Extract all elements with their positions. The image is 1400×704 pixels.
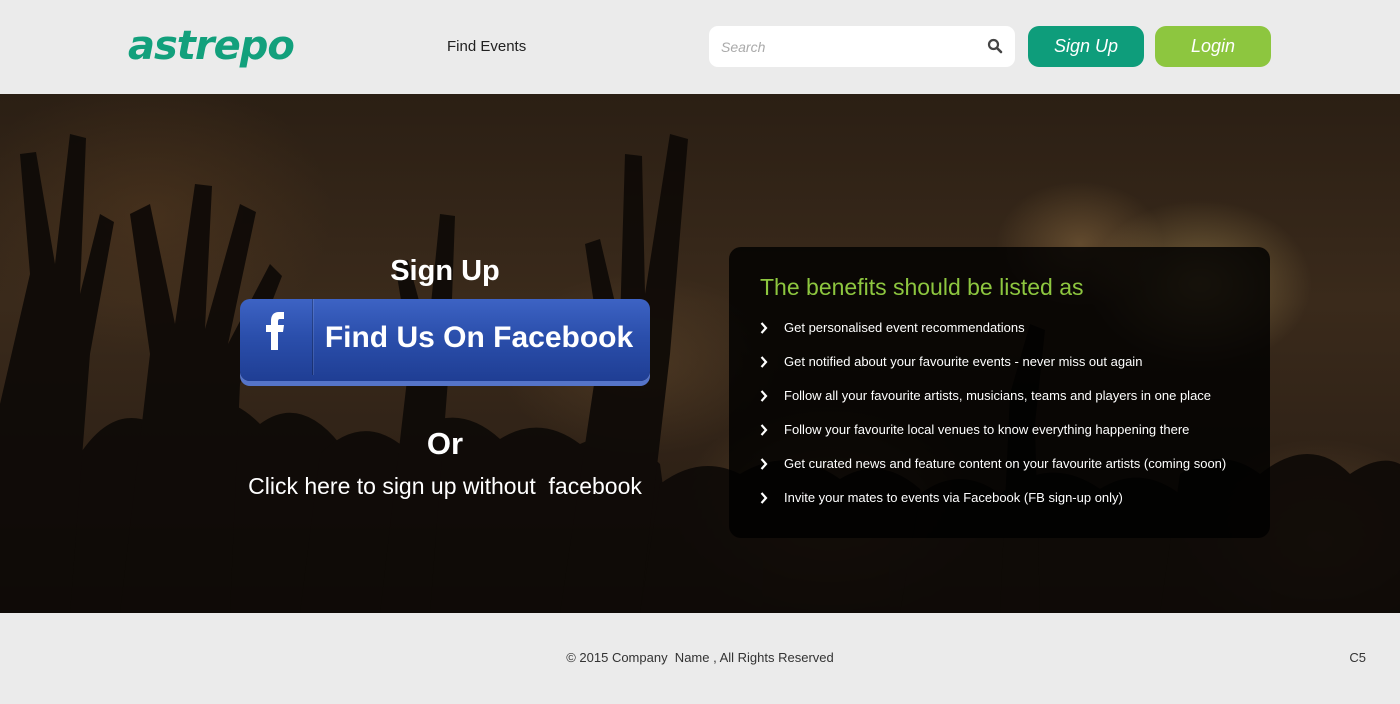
- benefits-panel: The benefits should be listed as Get per…: [729, 247, 1270, 538]
- facebook-button-label: Find Us On Facebook: [324, 321, 634, 354]
- chevron-right-icon: [760, 390, 768, 402]
- site-footer: © 2015 Company Name , All Rights Reserve…: [0, 613, 1400, 704]
- benefit-text: Get curated news and feature content on …: [784, 456, 1227, 471]
- copyright-text: © 2015 Company Name , All Rights Reserve…: [566, 650, 834, 665]
- header-login-button[interactable]: Login: [1155, 26, 1271, 67]
- or-separator: Or: [426, 426, 464, 461]
- facebook-signup-button[interactable]: Find Us On Facebook: [240, 299, 650, 381]
- version-label: C5: [1349, 650, 1366, 665]
- facebook-button-divider: [312, 299, 313, 375]
- benefits-title: The benefits should be listed as: [760, 274, 1084, 300]
- benefit-text: Get notified about your favourite events…: [784, 354, 1143, 369]
- chevron-right-icon: [760, 322, 768, 334]
- facebook-icon: [264, 311, 288, 351]
- signup-title: Sign Up: [390, 255, 500, 287]
- benefit-text: Follow all your favourite artists, music…: [784, 388, 1212, 403]
- search-input[interactable]: [709, 26, 979, 67]
- nav-find-events[interactable]: Find Events: [447, 37, 526, 57]
- benefit-text: Get personalised event recommendations: [784, 320, 1025, 335]
- benefit-text: Invite your mates to events via Facebook…: [784, 490, 1123, 505]
- search-box: [709, 26, 1015, 67]
- chevron-right-icon: [760, 458, 768, 470]
- header-signup-button[interactable]: Sign Up: [1028, 26, 1144, 67]
- chevron-right-icon: [760, 492, 768, 504]
- chevron-right-icon: [760, 424, 768, 436]
- hero-section: Sign Up Find Us On Facebook Or Click her…: [0, 94, 1400, 613]
- logo[interactable]: astrepo: [128, 20, 295, 72]
- benefit-text: Follow your favourite local venues to kn…: [784, 422, 1190, 437]
- search-icon[interactable]: [987, 38, 1003, 54]
- chevron-right-icon: [760, 356, 768, 368]
- signup-without-facebook-link[interactable]: Click here to sign up without facebook: [230, 471, 660, 501]
- site-header: astrepo Find Events Sign Up Login: [0, 0, 1400, 94]
